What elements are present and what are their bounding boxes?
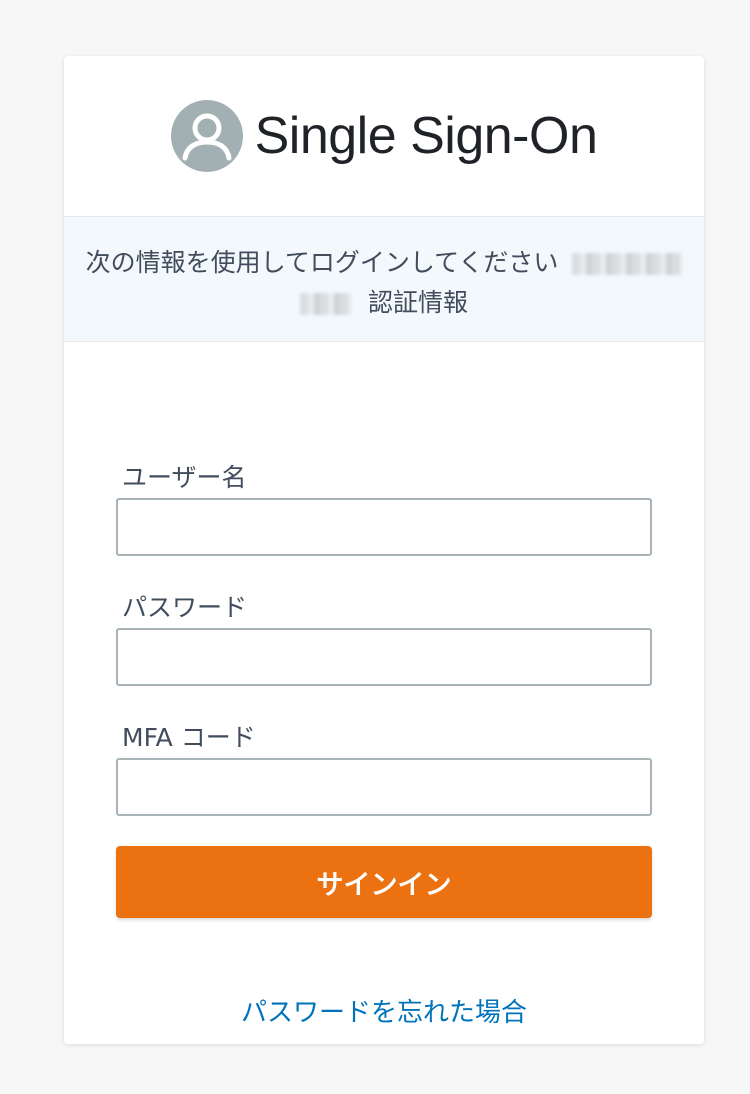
info-banner: 次の情報を使用してログインしてください 認証情報 [64, 216, 704, 342]
username-input[interactable] [116, 498, 652, 556]
login-card: Single Sign-On 次の情報を使用してログインしてください 認証情報 … [64, 56, 704, 1044]
page-title: Single Sign-On [254, 107, 598, 165]
banner-line-2: 認証情報 [64, 283, 704, 323]
forgot-password-link[interactable]: パスワードを忘れた場合 [116, 992, 652, 1029]
header: Single Sign-On [64, 56, 704, 216]
password-input[interactable] [116, 628, 652, 686]
user-avatar-icon [170, 100, 243, 172]
banner-line-1: 次の情報を使用してログインしてください [64, 243, 704, 283]
mfa-label: MFA コード [122, 723, 256, 752]
sign-in-button[interactable]: サインイン [116, 846, 652, 918]
redacted-text [300, 293, 353, 315]
banner-text-2: 認証情報 [367, 288, 468, 317]
redacted-text [572, 253, 683, 275]
password-label: パスワード [122, 593, 248, 622]
banner-text-1: 次の情報を使用してログインしてください [85, 248, 559, 277]
username-label: ユーザー名 [122, 463, 247, 492]
mfa-code-input[interactable] [116, 758, 652, 816]
